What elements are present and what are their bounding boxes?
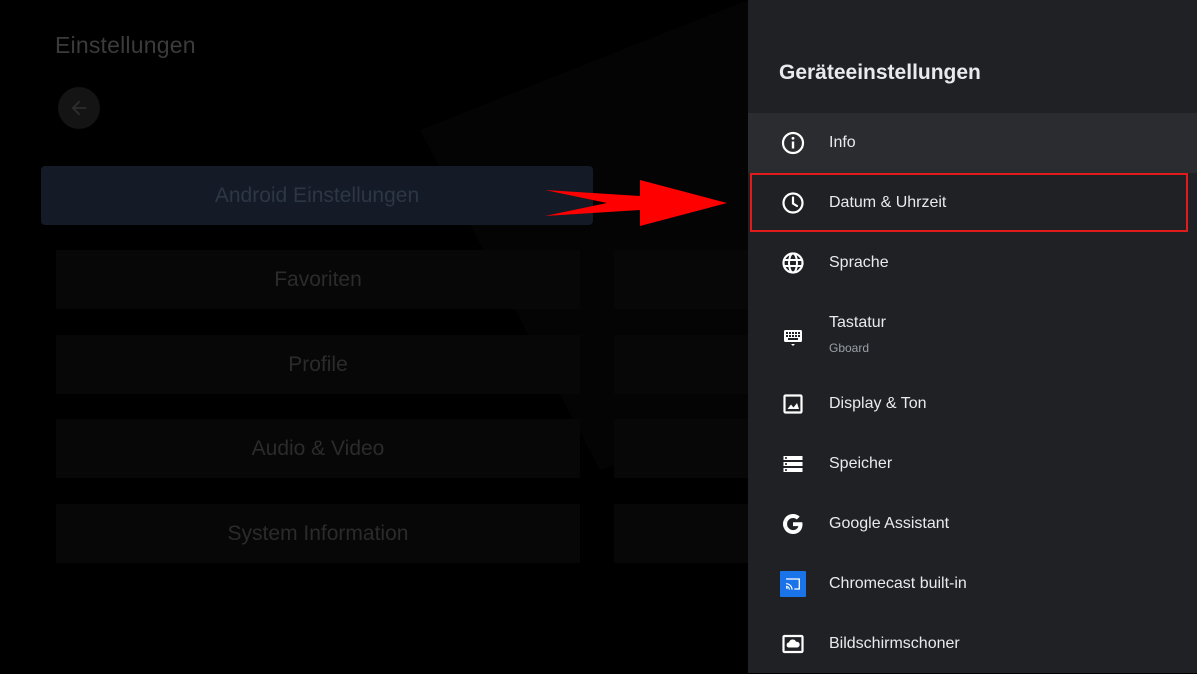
menu-item-speicher[interactable]: Speicher xyxy=(748,434,1197,494)
menu-item-label: Display & Ton xyxy=(829,395,927,412)
menu-item-sublabel: Gboard xyxy=(829,341,870,355)
menu-item-label: Chromecast built-in xyxy=(829,575,967,592)
back-button[interactable] xyxy=(58,87,100,129)
device-settings-panel: Geräteeinstellungen Info Datum & Uhrzeit xyxy=(748,0,1197,673)
page-title: Einstellungen xyxy=(55,32,196,58)
tile-android-einstellungen[interactable]: Android Einstellungen xyxy=(41,166,593,225)
tile-profile[interactable]: Profile xyxy=(56,335,580,394)
tile-label: System Information xyxy=(227,521,409,545)
settings-screen-dimmed: Einstellungen Android Einstellungen Favo… xyxy=(0,0,748,673)
panel-title: Geräteeinstellungen xyxy=(779,61,981,84)
menu-item-google-assistant[interactable]: Google Assistant xyxy=(748,494,1197,554)
menu-item-label: Google Assistant xyxy=(829,515,950,532)
info-icon xyxy=(780,130,806,156)
tile-favoriten[interactable]: Favoriten xyxy=(56,250,580,309)
screensaver-icon xyxy=(780,631,806,657)
menu-item-label: Speicher xyxy=(829,455,893,472)
menu-item-label: Bildschirmschoner xyxy=(829,635,960,652)
menu-item-info[interactable]: Info xyxy=(748,113,1197,173)
tile-right-column[interactable] xyxy=(614,504,748,563)
red-arrow-annotation xyxy=(545,180,727,226)
tile-right-column[interactable] xyxy=(614,250,748,309)
cast-icon xyxy=(780,571,806,597)
image-icon xyxy=(780,391,806,417)
keyboard-icon xyxy=(780,324,806,350)
globe-icon xyxy=(780,250,806,276)
menu-item-tastatur[interactable]: Tastatur Gboard xyxy=(748,303,1197,373)
tile-audio-video[interactable]: Audio & Video xyxy=(56,419,580,478)
arrow-left-icon xyxy=(71,100,87,116)
menu-item-display-ton[interactable]: Display & Ton xyxy=(748,374,1197,434)
tile-right-column[interactable] xyxy=(614,335,748,394)
tile-label: Profile xyxy=(288,352,348,376)
menu-item-sprache[interactable]: Sprache xyxy=(748,233,1197,293)
menu-item-bildschirmschoner[interactable]: Bildschirmschoner xyxy=(748,614,1197,674)
menu-item-label: Info xyxy=(829,134,856,151)
menu-item-label: Sprache xyxy=(829,254,889,271)
menu-item-label: Tastatur xyxy=(829,314,886,331)
red-highlight-annotation xyxy=(750,173,1188,232)
tile-right-column[interactable] xyxy=(614,419,748,478)
storage-icon xyxy=(780,451,806,477)
tile-label: Audio & Video xyxy=(251,436,385,460)
tile-label: Favoriten xyxy=(274,267,362,291)
tile-label: Android Einstellungen xyxy=(214,183,420,207)
google-g-icon xyxy=(780,511,806,537)
menu-item-chromecast[interactable]: Chromecast built-in xyxy=(748,554,1197,614)
tile-system-information[interactable]: System Information xyxy=(56,504,580,563)
